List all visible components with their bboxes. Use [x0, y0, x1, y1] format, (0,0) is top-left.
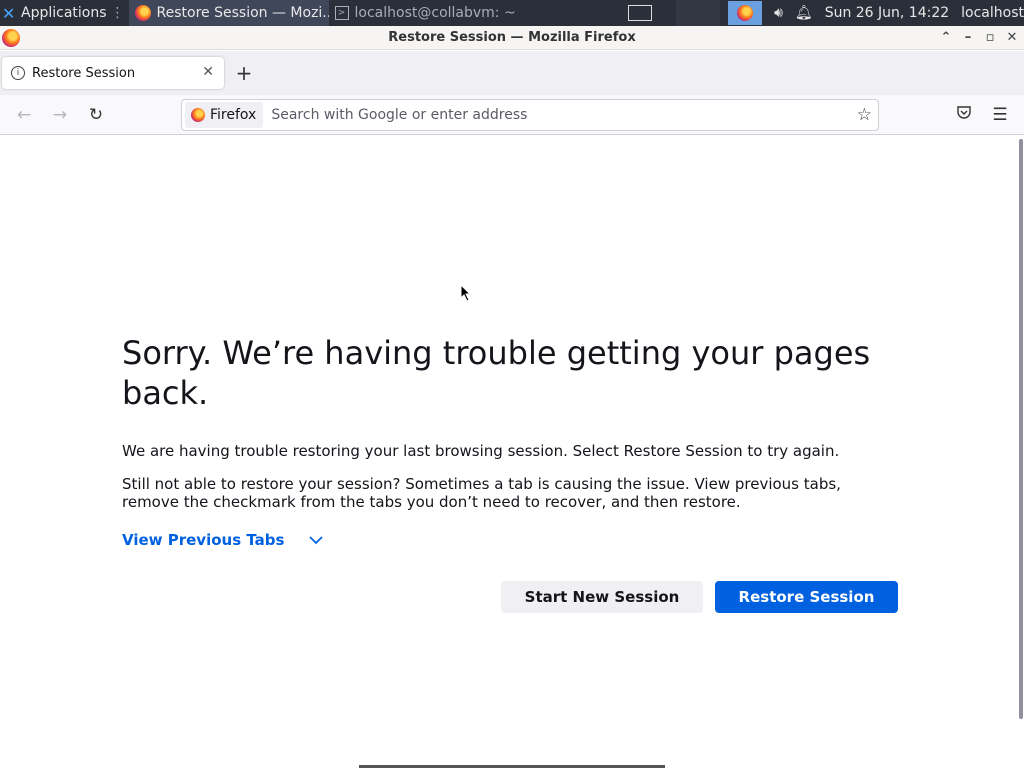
- mouse-cursor-icon: [460, 284, 472, 302]
- firefox-icon: [191, 108, 205, 122]
- tab-label: Restore Session: [32, 65, 136, 81]
- workspace-switcher-2[interactable]: [676, 0, 721, 26]
- firefox-icon: [134, 5, 151, 21]
- minimize-icon[interactable]: –: [960, 26, 976, 50]
- shade-icon[interactable]: ⌃: [938, 26, 954, 50]
- tray-firefox-icon[interactable]: [728, 1, 763, 25]
- navigation-toolbar: ← → ↻ Firefox ☆ ☰: [0, 95, 1024, 135]
- tab-restore-session[interactable]: i Restore Session ✕: [2, 57, 224, 89]
- error-content: Sorry. We’re having trouble getting your…: [122, 333, 912, 613]
- taskbar-task-terminal[interactable]: > localhost@collabvm: ~: [329, 0, 529, 26]
- maximize-icon[interactable]: ▫: [982, 26, 998, 50]
- back-arrow-icon[interactable]: ←: [13, 104, 35, 126]
- troubleshoot-description: Still not able to restore your session? …: [122, 475, 841, 511]
- bookmark-star-icon[interactable]: ☆: [857, 105, 872, 125]
- clock[interactable]: Sun 26 Jun, 14:22: [825, 5, 949, 21]
- info-icon: i: [11, 66, 25, 80]
- start-new-session-button[interactable]: Start New Session: [501, 581, 703, 613]
- xfce-logo-icon: ✕: [2, 3, 16, 23]
- identity-box[interactable]: Firefox: [185, 102, 264, 128]
- restore-description: We are having trouble restoring your las…: [122, 442, 840, 460]
- hostname: localhost: [961, 5, 1024, 21]
- taskbar-task-firefox[interactable]: Restore Session — Mozi...: [128, 0, 329, 26]
- applications-label: Applications: [21, 5, 107, 21]
- view-previous-tabs-label: View Previous Tabs: [122, 531, 285, 549]
- applications-menu[interactable]: ✕ Applications ⋮: [0, 0, 129, 26]
- new-tab-plus-icon[interactable]: +: [234, 61, 254, 85]
- chevron-down-icon: [309, 536, 324, 545]
- url-bar[interactable]: Firefox ☆: [181, 99, 879, 131]
- taskbar: ✕ Applications ⋮ Restore Session — Mozi.…: [0, 0, 1024, 26]
- view-previous-tabs-toggle[interactable]: View Previous Tabs: [122, 531, 324, 549]
- window-titlebar[interactable]: Restore Session — Mozilla Firefox ⌃ – ▫ …: [0, 26, 1024, 50]
- notification-bell-icon[interactable]: 🔔︎: [795, 5, 813, 21]
- forward-arrow-icon[interactable]: →: [49, 104, 71, 126]
- hamburger-menu-icon[interactable]: ☰: [989, 104, 1011, 126]
- volume-icon[interactable]: 🔊︎: [774, 5, 783, 21]
- address-input[interactable]: [271, 107, 832, 123]
- firefox-window-icon: [2, 29, 20, 47]
- separator-icon: ⋮: [110, 5, 125, 21]
- scrollbar[interactable]: [1019, 139, 1023, 719]
- window-title: Restore Session — Mozilla Firefox: [388, 30, 636, 45]
- workspace-switcher-1[interactable]: [628, 5, 653, 21]
- close-tab-icon[interactable]: ✕: [202, 64, 214, 80]
- reload-icon[interactable]: ↻: [85, 104, 107, 126]
- terminal-icon: >: [334, 6, 349, 20]
- restore-session-button[interactable]: Restore Session: [715, 581, 898, 613]
- taskbar-task-label: localhost@collabvm: ~: [354, 5, 516, 21]
- taskbar-task-label: Restore Session — Mozi...: [156, 5, 329, 21]
- pocket-icon[interactable]: [953, 104, 975, 126]
- close-window-icon[interactable]: ✕: [1004, 26, 1020, 50]
- tab-strip: i Restore Session ✕ +: [0, 51, 1024, 95]
- identity-label: Firefox: [210, 107, 257, 123]
- page-title: Sorry. We’re having trouble getting your…: [122, 334, 871, 412]
